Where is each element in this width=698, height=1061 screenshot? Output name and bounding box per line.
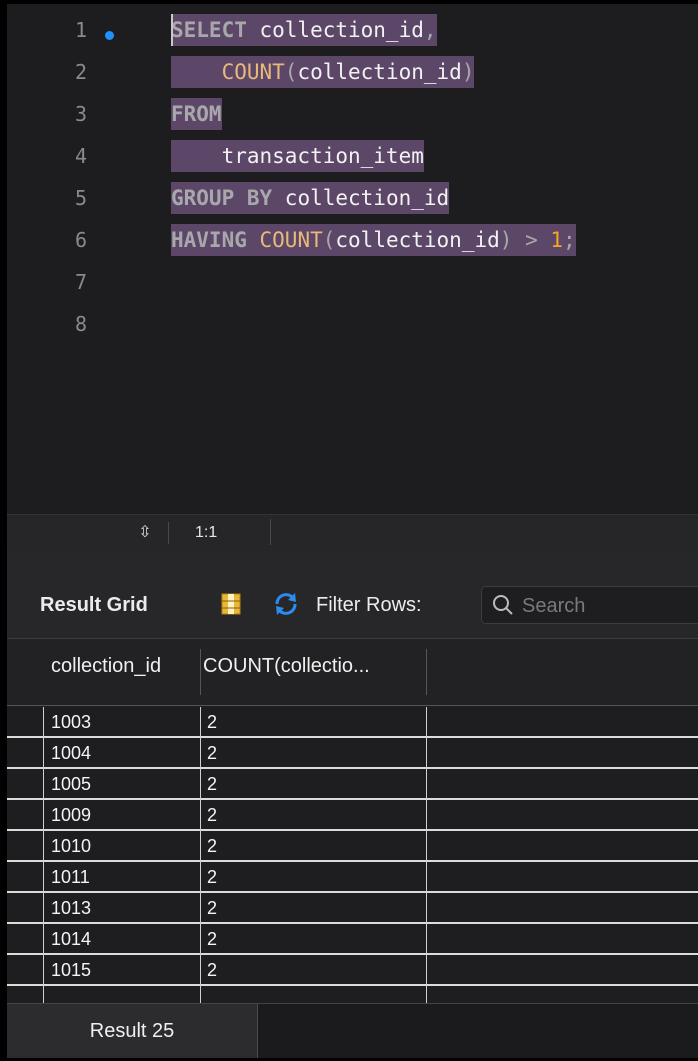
filter-rows-label: Filter Rows: — [316, 594, 422, 616]
line-number: 5 — [7, 177, 99, 219]
code-token: > — [512, 228, 551, 252]
code-token: ( — [322, 228, 336, 252]
text-caret — [171, 14, 173, 46]
filter-search-box[interactable] — [481, 586, 698, 624]
column-header-collection-id[interactable]: collection_id — [51, 655, 161, 678]
code-line[interactable]: COUNT(collection_id) — [171, 56, 475, 88]
cell-count[interactable]: 2 — [207, 896, 217, 920]
line-number-text: 2 — [74, 60, 87, 84]
cell-count[interactable]: 2 — [207, 927, 217, 951]
line-number-text: 3 — [74, 102, 87, 126]
table-row[interactable]: 1011 2 — [7, 862, 698, 893]
line-number-text: 1 — [74, 18, 87, 42]
cell-collection-id[interactable]: 1011 — [51, 865, 90, 889]
code-token: FROM — [171, 102, 222, 126]
result-tabs: Result 25 — [7, 1003, 698, 1058]
cell-count[interactable]: 2 — [207, 710, 217, 734]
table-row[interactable]: 1010 2 — [7, 831, 698, 862]
code-token: COUNT — [221, 60, 285, 84]
grid-line — [43, 707, 44, 1004]
cell-collection-id[interactable]: 1004 — [51, 741, 91, 765]
code-token: COUNT — [259, 228, 323, 252]
grid-line — [426, 707, 427, 1004]
code-token: ( — [284, 60, 298, 84]
zoom-stepper[interactable]: ⇳ — [123, 520, 169, 546]
header-divider — [426, 649, 427, 695]
line-number: 2 — [7, 51, 99, 93]
status-divider — [270, 519, 271, 545]
header-divider — [200, 649, 201, 695]
code-line[interactable]: SELECT collection_id, — [171, 14, 437, 46]
code-line[interactable]: HAVING COUNT(collection_id) > 1; — [171, 224, 576, 256]
line-number: 3 — [7, 93, 99, 135]
cursor-position: 1:1 — [195, 524, 218, 541]
result-toolbar: Result Grid Filter Rows: — [7, 550, 698, 638]
code-token: HAVING — [171, 228, 247, 252]
cell-collection-id[interactable]: 1005 — [51, 772, 91, 796]
table-row[interactable]: 1015 2 — [7, 955, 698, 986]
result-grid-label: Result Grid — [40, 594, 148, 616]
code-token: ) — [461, 60, 475, 84]
code-line[interactable]: FROM — [171, 98, 222, 130]
code-token: GROUP BY — [171, 186, 273, 210]
code-token: transaction_item — [171, 144, 424, 168]
line-number-text: 6 — [74, 228, 87, 252]
cell-collection-id[interactable]: 1010 — [51, 834, 91, 858]
line-number-text: 5 — [74, 186, 87, 210]
code-line[interactable]: transaction_item — [171, 140, 424, 172]
refresh-icon[interactable] — [273, 592, 299, 616]
sql-editor[interactable]: 12345678 SELECT collection_id, COUNT(col… — [7, 4, 698, 514]
line-number-text: 8 — [74, 312, 87, 336]
table-row[interactable]: 1004 2 — [7, 738, 698, 769]
line-number: 4 — [7, 135, 99, 177]
table-row[interactable]: 1005 2 — [7, 769, 698, 800]
line-number-text: 4 — [74, 144, 87, 168]
cell-count[interactable]: 2 — [207, 803, 217, 827]
line-number-text: 7 — [74, 270, 87, 294]
bookmark-dot-icon[interactable] — [105, 31, 114, 40]
search-input[interactable] — [520, 591, 698, 621]
cell-collection-id[interactable]: 1013 — [51, 896, 91, 920]
cell-collection-id[interactable]: 1015 — [51, 958, 91, 982]
code-line[interactable]: GROUP BY collection_id — [171, 182, 450, 214]
column-header-count[interactable]: COUNT(collectio... — [203, 655, 370, 678]
mysql-workbench-window: 12345678 SELECT collection_id, COUNT(col… — [7, 4, 698, 1058]
line-number: 6 — [7, 219, 99, 261]
code-token: , — [423, 18, 437, 42]
cell-collection-id[interactable]: 1014 — [51, 927, 91, 951]
cell-count[interactable]: 2 — [207, 772, 217, 796]
code-token: ) — [499, 228, 513, 252]
code-token: collection_id — [272, 186, 450, 210]
search-icon — [493, 595, 513, 615]
cell-count[interactable]: 2 — [207, 834, 217, 858]
code-token: collection_id — [297, 60, 462, 84]
cell-count[interactable]: 2 — [207, 958, 217, 982]
code-token: ; — [563, 228, 576, 252]
table-row[interactable]: 1009 2 — [7, 800, 698, 831]
columns-icon[interactable] — [221, 593, 241, 615]
code-token: 1 — [550, 228, 564, 252]
cell-collection-id[interactable]: 1009 — [51, 803, 91, 827]
table-row[interactable]: 1013 2 — [7, 893, 698, 924]
code-token: collection_id — [246, 18, 424, 42]
result-grid[interactable]: collection_id COUNT(collectio... 1003 2 10… — [7, 638, 698, 1004]
table-row[interactable]: 1003 2 — [7, 707, 698, 738]
cell-count[interactable]: 2 — [207, 741, 217, 765]
table-row[interactable]: 1014 2 — [7, 924, 698, 955]
grid-line — [200, 707, 201, 1004]
line-number: 7 — [7, 261, 99, 303]
cell-collection-id[interactable]: 1003 — [51, 710, 91, 734]
editor-status-bar: ⇳ 1:1 — [7, 514, 698, 551]
code-token: collection_id — [335, 228, 500, 252]
line-number: 1 — [7, 9, 99, 51]
grid-header: collection_id COUNT(collectio... — [7, 639, 698, 706]
line-number: 8 — [7, 303, 99, 345]
tab-result[interactable]: Result 25 — [7, 1004, 258, 1058]
cell-count[interactable]: 2 — [207, 865, 217, 889]
code-token: SELECT — [171, 18, 247, 42]
